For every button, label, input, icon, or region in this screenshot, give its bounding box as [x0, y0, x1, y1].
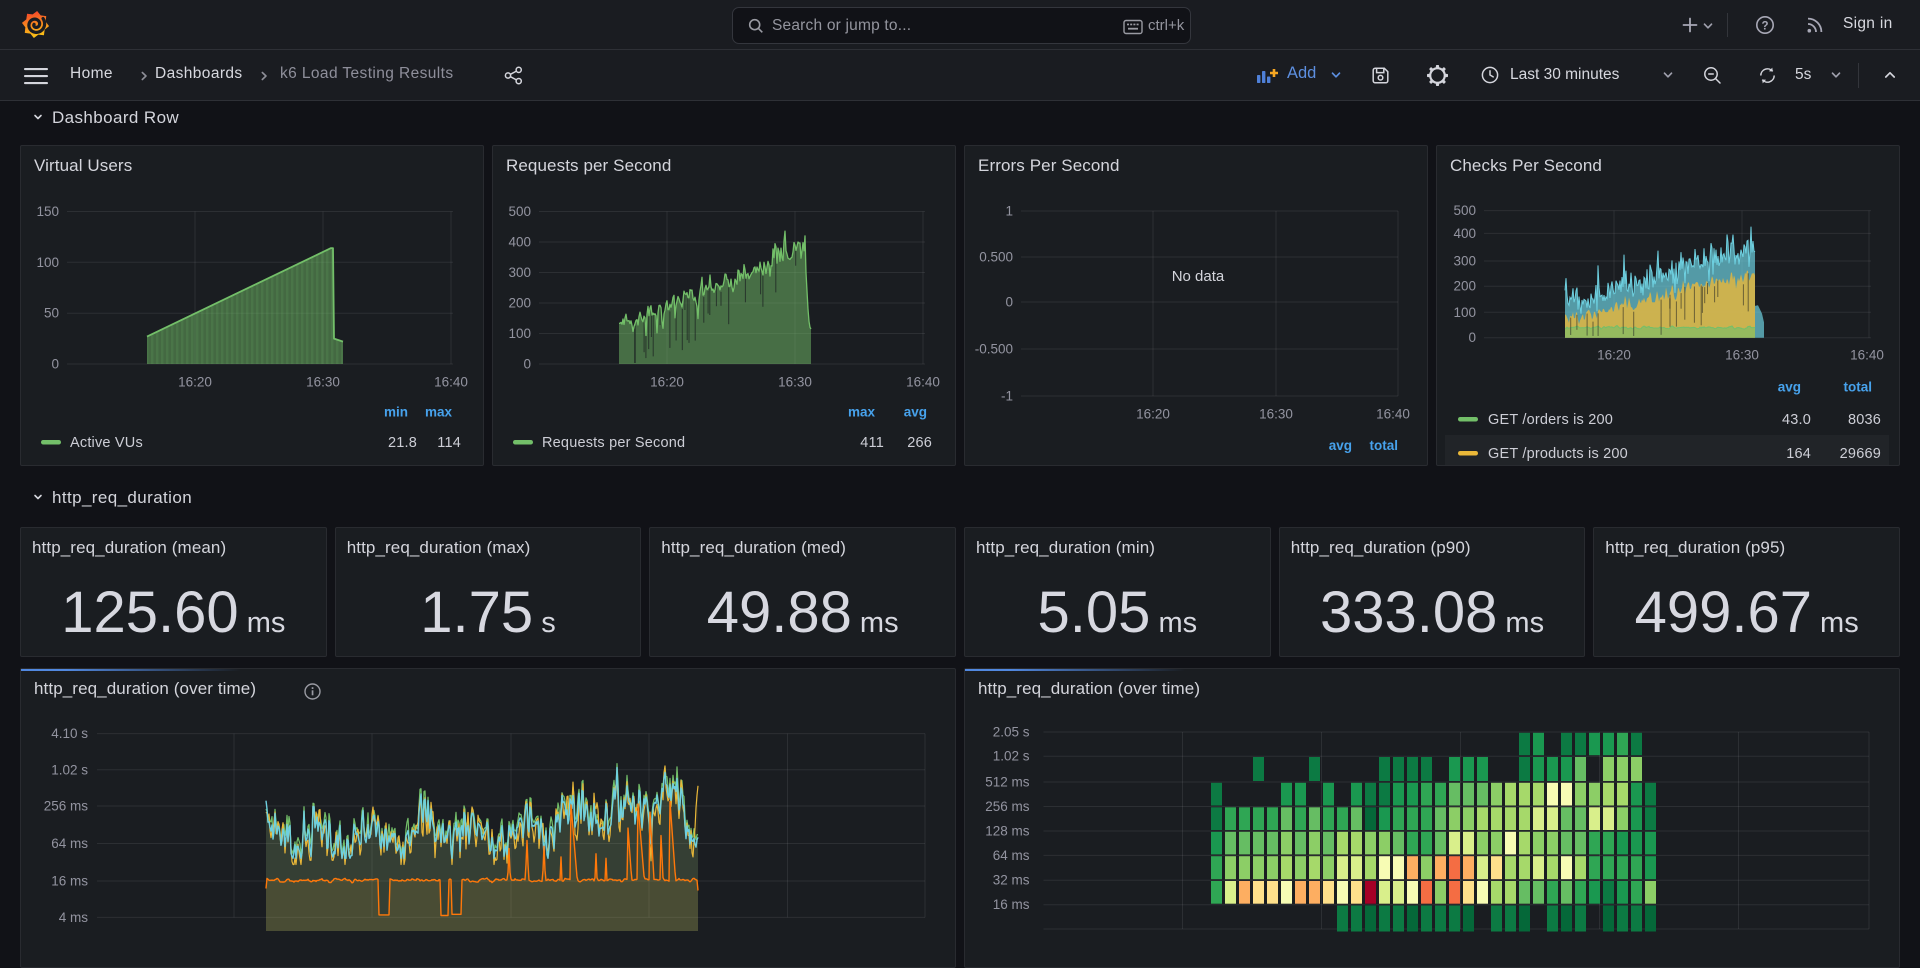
svg-text:50: 50: [44, 306, 59, 321]
svg-text:500: 500: [1453, 203, 1476, 218]
svg-text:16:20: 16:20: [1597, 348, 1631, 363]
svg-text:128 ms: 128 ms: [985, 824, 1030, 839]
svg-text:200: 200: [1453, 279, 1476, 294]
svg-text:400: 400: [1453, 226, 1476, 241]
svg-text:GET /products is 200: GET /products is 200: [1488, 446, 1628, 462]
svg-text:64 ms: 64 ms: [993, 848, 1030, 863]
svg-text:100: 100: [508, 326, 531, 341]
svg-text:512 ms: 512 ms: [985, 775, 1030, 790]
svg-text:avg: avg: [1778, 380, 1801, 395]
svg-text:16 ms: 16 ms: [51, 874, 88, 889]
svg-text:16:40: 16:40: [1376, 407, 1410, 422]
svg-text:2.05 s: 2.05 s: [993, 725, 1030, 740]
svg-text:total: total: [1370, 438, 1399, 453]
svg-text:150: 150: [36, 204, 59, 219]
svg-text:16:20: 16:20: [178, 375, 212, 390]
svg-text:-0.500: -0.500: [975, 342, 1013, 357]
svg-text:avg: avg: [904, 405, 927, 420]
svg-text:GET /orders is 200: GET /orders is 200: [1488, 412, 1613, 428]
svg-text:?: ?: [1761, 21, 1768, 33]
svg-text:-1: -1: [1001, 389, 1013, 404]
svg-text:266: 266: [907, 435, 932, 451]
svg-text:100: 100: [1453, 305, 1476, 320]
svg-text:0.500: 0.500: [979, 250, 1013, 265]
svg-text:64 ms: 64 ms: [51, 836, 88, 851]
svg-text:16:30: 16:30: [778, 375, 812, 390]
svg-text:Requests per Second: Requests per Second: [542, 435, 685, 451]
svg-text:21.8: 21.8: [388, 435, 417, 451]
svg-text:total: total: [1844, 380, 1873, 395]
svg-text:1: 1: [1005, 204, 1013, 219]
svg-text:16 ms: 16 ms: [993, 897, 1030, 912]
svg-text:29669: 29669: [1840, 446, 1881, 462]
svg-text:16:40: 16:40: [434, 375, 468, 390]
svg-text:4.10 s: 4.10 s: [51, 726, 88, 741]
svg-text:Active VUs: Active VUs: [70, 435, 143, 451]
svg-text:0: 0: [1005, 295, 1013, 310]
svg-text:16:30: 16:30: [1725, 348, 1759, 363]
svg-text:164: 164: [1786, 446, 1811, 462]
svg-text:16:30: 16:30: [1259, 407, 1293, 422]
svg-text:114: 114: [437, 435, 461, 451]
svg-text:16:20: 16:20: [1136, 407, 1170, 422]
svg-text:16:30: 16:30: [306, 375, 340, 390]
svg-text:411: 411: [860, 435, 884, 451]
svg-text:256 ms: 256 ms: [44, 799, 89, 814]
svg-text:0: 0: [51, 357, 59, 372]
svg-text:0: 0: [1468, 330, 1476, 345]
svg-text:200: 200: [508, 296, 531, 311]
svg-text:1.02 s: 1.02 s: [51, 762, 88, 777]
svg-text:max: max: [848, 405, 876, 420]
svg-text:500: 500: [508, 204, 531, 219]
svg-text:256 ms: 256 ms: [985, 799, 1030, 814]
svg-text:16:40: 16:40: [906, 375, 940, 390]
svg-text:16:40: 16:40: [1850, 348, 1884, 363]
svg-text:avg: avg: [1329, 438, 1352, 453]
svg-text:300: 300: [508, 265, 531, 280]
svg-text:300: 300: [1453, 254, 1476, 269]
svg-text:min: min: [384, 405, 408, 420]
svg-text:16:20: 16:20: [650, 375, 684, 390]
svg-text:32 ms: 32 ms: [993, 873, 1030, 888]
svg-text:43.0: 43.0: [1782, 412, 1811, 428]
svg-text:0: 0: [523, 357, 531, 372]
svg-text:8036: 8036: [1848, 412, 1881, 428]
svg-text:100: 100: [36, 255, 59, 270]
svg-text:max: max: [425, 405, 453, 420]
svg-text:1.02 s: 1.02 s: [993, 749, 1030, 764]
svg-text:400: 400: [508, 235, 531, 250]
svg-text:No data: No data: [1172, 268, 1225, 285]
